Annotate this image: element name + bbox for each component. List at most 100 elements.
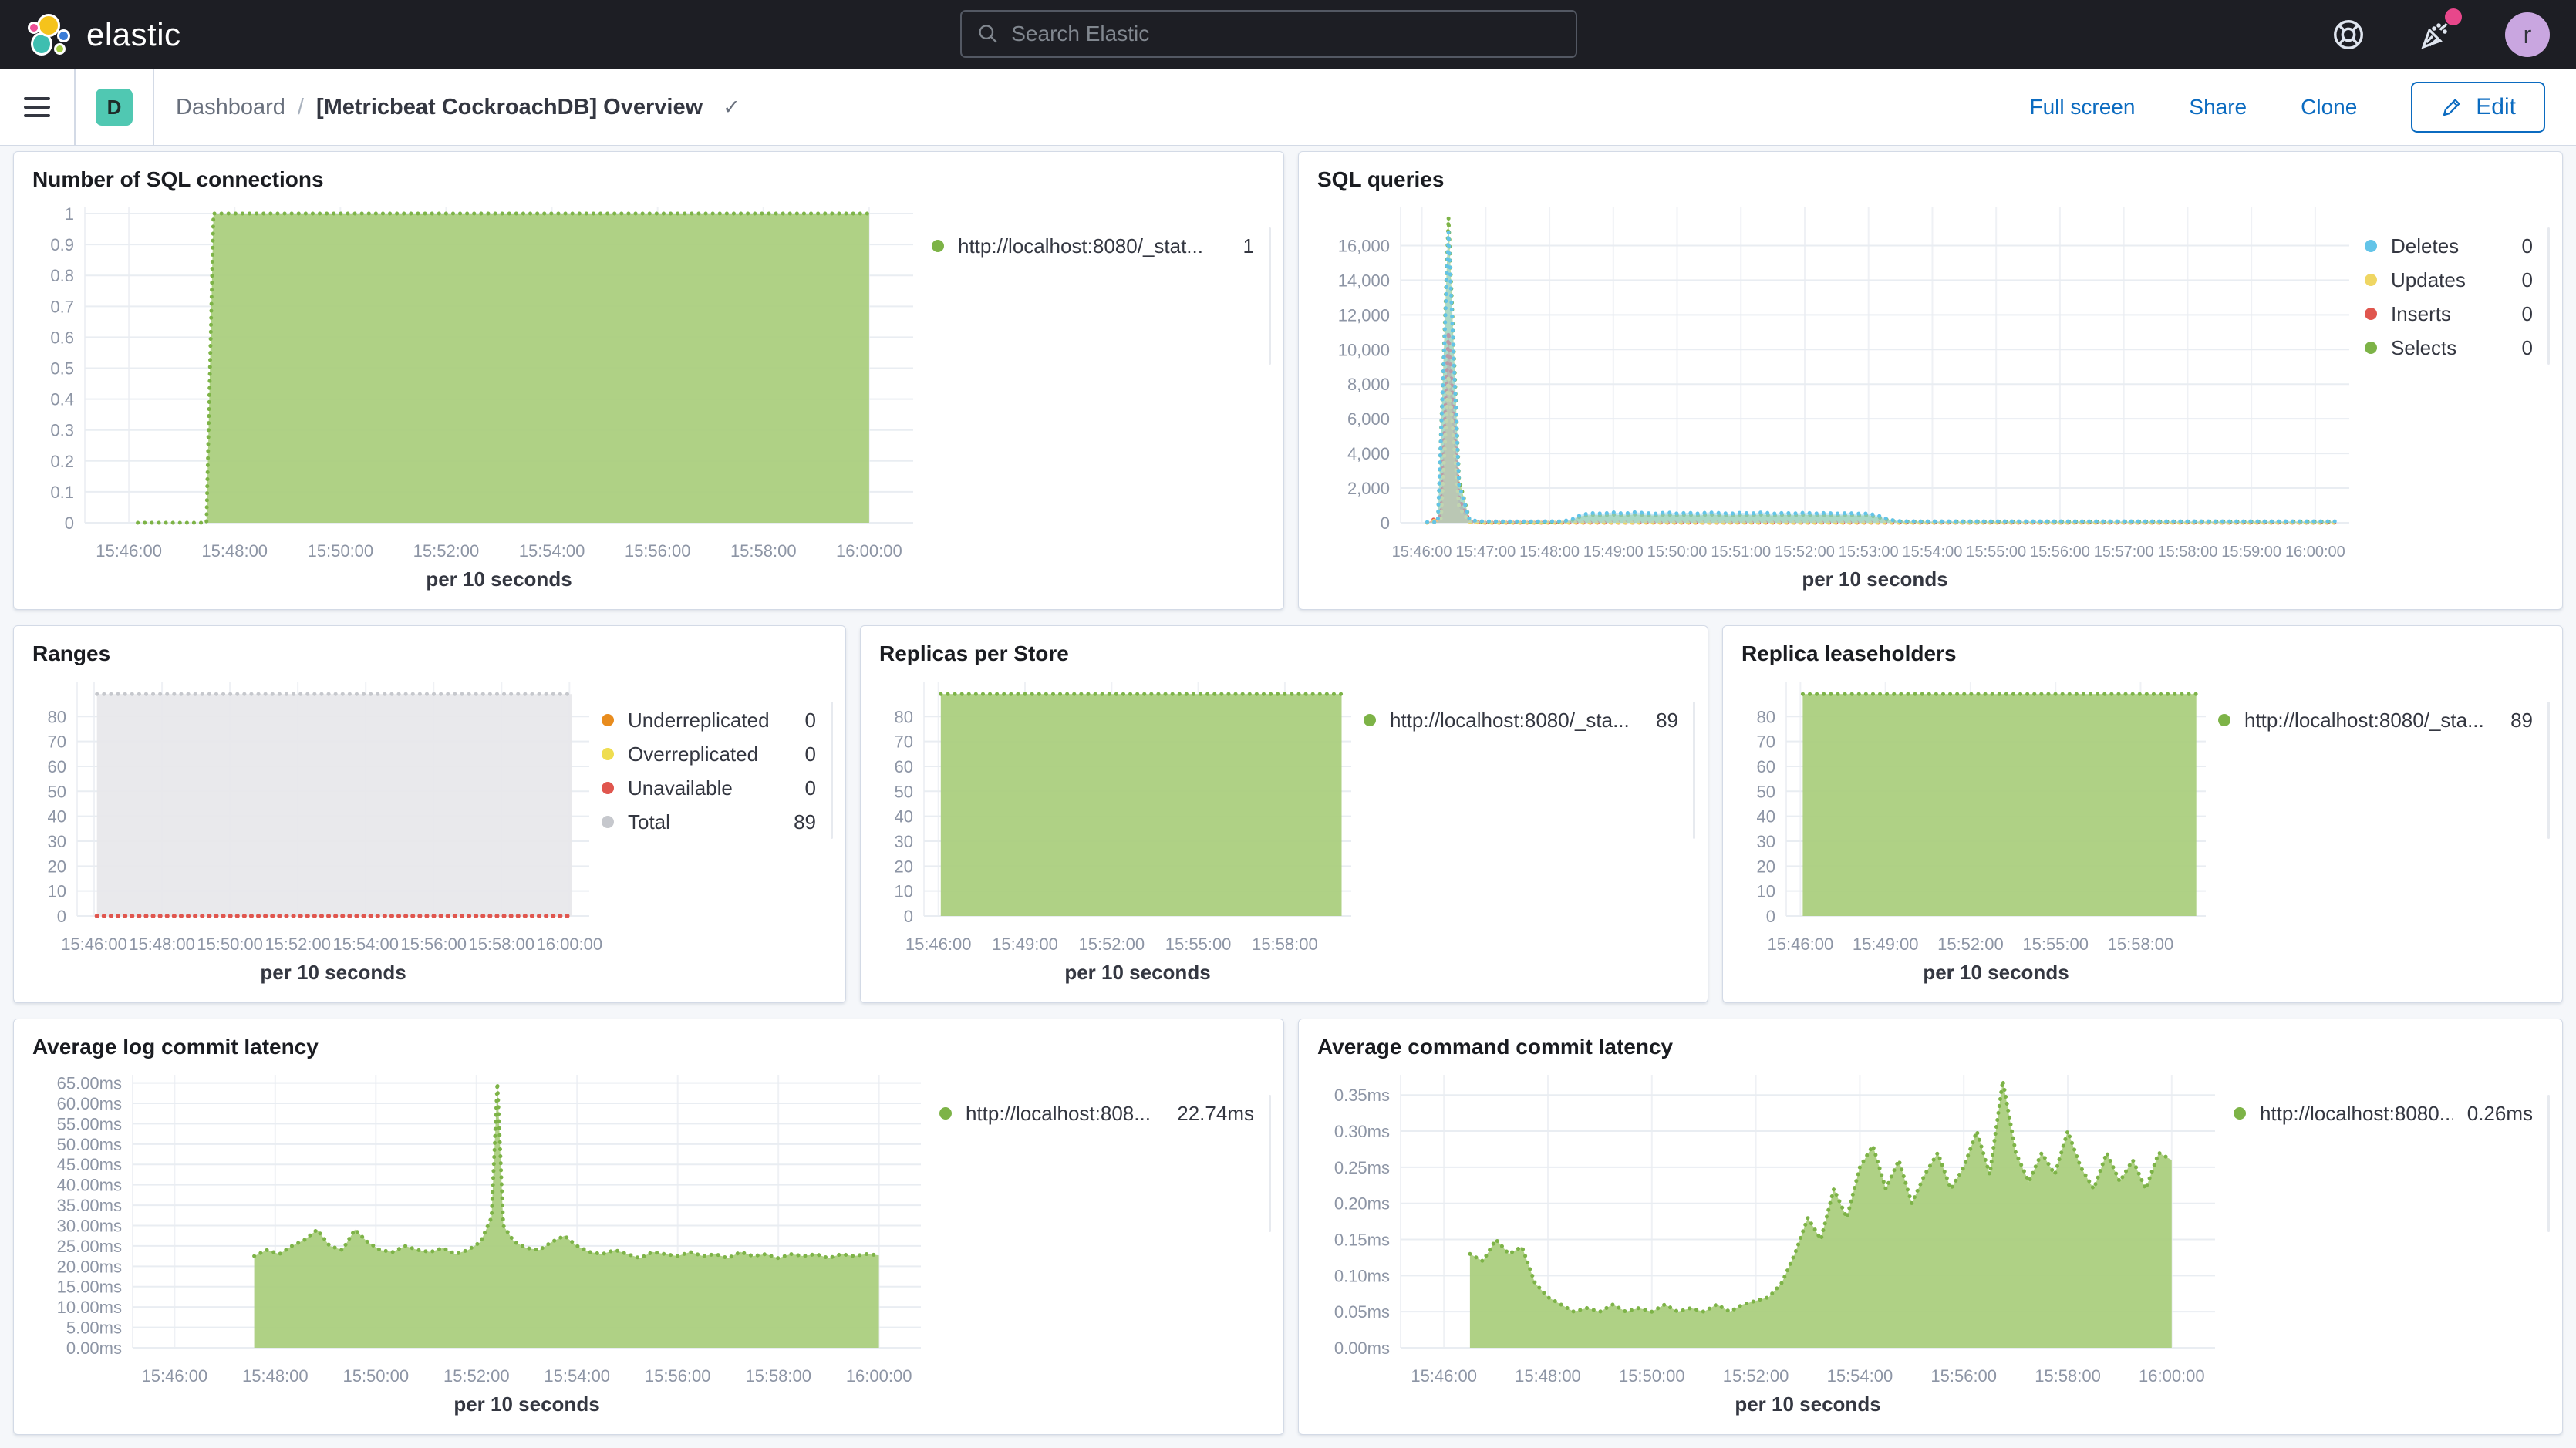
panel-title[interactable]: Average log commit latency [14,1019,1283,1062]
notification-dot [2445,8,2462,25]
svg-text:60: 60 [48,757,66,776]
edit-button[interactable]: Edit [2411,82,2545,133]
svg-text:15:58:00: 15:58:00 [2157,544,2217,561]
svg-text:per 10 seconds: per 10 seconds [260,961,406,984]
svg-text:0: 0 [904,907,913,926]
legend-color-dot [939,1107,952,1120]
legend-value: 0 [2522,302,2533,326]
chart-legend: http://localhost:8080/_sta...89 [1364,669,1695,993]
panel-title[interactable]: Number of SQL connections [14,152,1283,195]
svg-text:15:58:00: 15:58:00 [468,934,534,954]
panel-ranges: Ranges 0102030405060708015:46:0015:48:00… [13,625,846,1003]
legend-label: Overreplicated [628,743,758,766]
legend-item[interactable]: Unavailable0 [602,771,833,805]
dashboard-app-badge[interactable]: D [96,89,133,126]
svg-text:40: 40 [48,807,66,827]
breadcrumb-dashboard-link[interactable]: Dashboard [176,95,285,120]
panel-title[interactable]: Ranges [14,626,845,669]
svg-text:30.00ms: 30.00ms [57,1216,122,1235]
svg-text:0.8: 0.8 [50,266,74,285]
svg-text:40: 40 [895,807,913,827]
pencil-icon [2440,96,2463,119]
svg-text:0.5: 0.5 [50,359,74,379]
legend-label: Total [628,810,670,834]
replica-leaseholders-chart[interactable]: 0102030405060708015:46:0015:49:0015:52:0… [1734,669,2218,993]
nav-menu-button[interactable] [0,69,74,145]
legend-item[interactable]: Selects0 [2365,331,2550,365]
full-screen-button[interactable]: Full screen [2029,95,2135,120]
svg-text:15:58:00: 15:58:00 [745,1366,811,1386]
svg-text:15:54:00: 15:54:00 [1903,544,1963,561]
help-button[interactable] [2331,17,2366,52]
svg-text:per 10 seconds: per 10 seconds [1802,567,1947,591]
legend-label: Underreplicated [628,709,770,732]
svg-text:0.10ms: 0.10ms [1334,1266,1390,1285]
svg-text:15:52:00: 15:52:00 [1937,934,2004,954]
panel-title[interactable]: SQL queries [1299,152,2562,195]
panel-replicas-per-store: Replicas per Store 0102030405060708015:4… [860,625,1708,1003]
legend-item[interactable]: Underreplicated 0 [602,703,833,737]
legend-item[interactable]: Overreplicated 0 [602,737,833,771]
svg-text:15:52:00: 15:52:00 [1078,934,1145,954]
svg-text:15:46:00: 15:46:00 [1768,934,1834,954]
panel-title[interactable]: Replica leaseholders [1723,626,2562,669]
svg-text:0: 0 [57,907,66,926]
svg-text:0.00ms: 0.00ms [1334,1339,1390,1358]
svg-text:15:56:00: 15:56:00 [645,1366,711,1386]
legend-item[interactable]: Updates0 [2365,263,2550,297]
legend-item[interactable]: http://localhost:8080/_sta...89 [2218,703,2550,737]
global-search-box[interactable] [960,10,1577,58]
svg-text:15:53:00: 15:53:00 [1839,544,1899,561]
panel-title[interactable]: Replicas per Store [861,626,1708,669]
legend-item[interactable]: http://localhost:8080/_stat...1 [932,229,1271,263]
clone-button[interactable]: Clone [2301,95,2357,120]
ranges-chart[interactable]: 0102030405060708015:46:0015:48:0015:50:0… [25,669,602,993]
legend-item[interactable]: Total89 [602,805,833,839]
svg-text:20.00ms: 20.00ms [57,1257,122,1276]
legend-label: Unavailable [628,776,733,800]
legend-color-dot [932,240,944,252]
svg-text:16:00:00: 16:00:00 [537,934,602,954]
dashboard-grid: Number of SQL connections 00.10.20.30.40… [0,146,2576,1435]
panel-title[interactable]: Average command commit latency [1299,1019,2562,1062]
legend-item[interactable]: http://localhost:8080...0.26ms [2234,1096,2550,1130]
sql-connections-chart[interactable]: 00.10.20.30.40.50.60.70.80.9115:46:0015:… [25,195,932,600]
svg-text:15:46:00: 15:46:00 [1411,1366,1477,1386]
avg-log-commit-latency-chart[interactable]: 0.00ms5.00ms10.00ms15.00ms20.00ms25.00ms… [25,1062,939,1425]
search-input[interactable] [1011,22,1560,46]
legend-value: 0 [805,709,816,732]
share-button[interactable]: Share [2189,95,2247,120]
whats-new-button[interactable] [2417,16,2454,53]
dashboard-options-icon[interactable]: ✓ [723,96,740,120]
svg-text:50: 50 [48,782,66,801]
svg-text:10: 10 [1757,882,1775,901]
svg-text:15:50:00: 15:50:00 [1619,1366,1685,1386]
svg-text:15:55:00: 15:55:00 [2022,934,2089,954]
svg-text:14,000: 14,000 [1338,271,1390,290]
svg-text:60: 60 [895,757,913,776]
avg-command-commit-latency-chart[interactable]: 0.00ms0.05ms0.10ms0.15ms0.20ms0.25ms0.30… [1310,1062,2234,1425]
svg-text:15:52:00: 15:52:00 [443,1366,510,1386]
chart-legend: Underreplicated 0 Overreplicated 0 Unavailab… [602,669,833,993]
user-avatar[interactable]: r [2505,12,2550,57]
svg-text:0: 0 [1381,514,1390,533]
legend-color-dot [602,748,614,760]
breadcrumb-separator: / [298,95,304,120]
svg-text:15:50:00: 15:50:00 [342,1366,409,1386]
svg-text:15:54:00: 15:54:00 [544,1366,610,1386]
elastic-home-link[interactable]: elastic [26,12,181,57]
svg-text:15:48:00: 15:48:00 [201,541,268,561]
sql-queries-chart[interactable]: 02,0004,0006,0008,00010,00012,00014,0001… [1310,195,2365,600]
panel-avg-log-commit-latency: Average log commit latency 0.00ms5.00ms1… [13,1019,1284,1435]
legend-item[interactable]: http://localhost:8080/_sta...89 [1364,703,1695,737]
chart-legend: http://localhost:8080/_sta...89 [2218,669,2550,993]
legend-item[interactable]: Deletes0 [2365,229,2550,263]
legend-item[interactable]: Inserts0 [2365,297,2550,331]
replicas-per-store-chart[interactable]: 0102030405060708015:46:0015:49:0015:52:0… [872,669,1364,993]
svg-text:15:59:00: 15:59:00 [2221,544,2281,561]
legend-value: 22.74ms [1177,1102,1254,1126]
svg-text:15.00ms: 15.00ms [57,1278,122,1297]
legend-value: 0 [805,743,816,766]
legend-item[interactable]: http://localhost:808...22.74ms [939,1096,1271,1130]
svg-text:15:47:00: 15:47:00 [1455,544,1516,561]
